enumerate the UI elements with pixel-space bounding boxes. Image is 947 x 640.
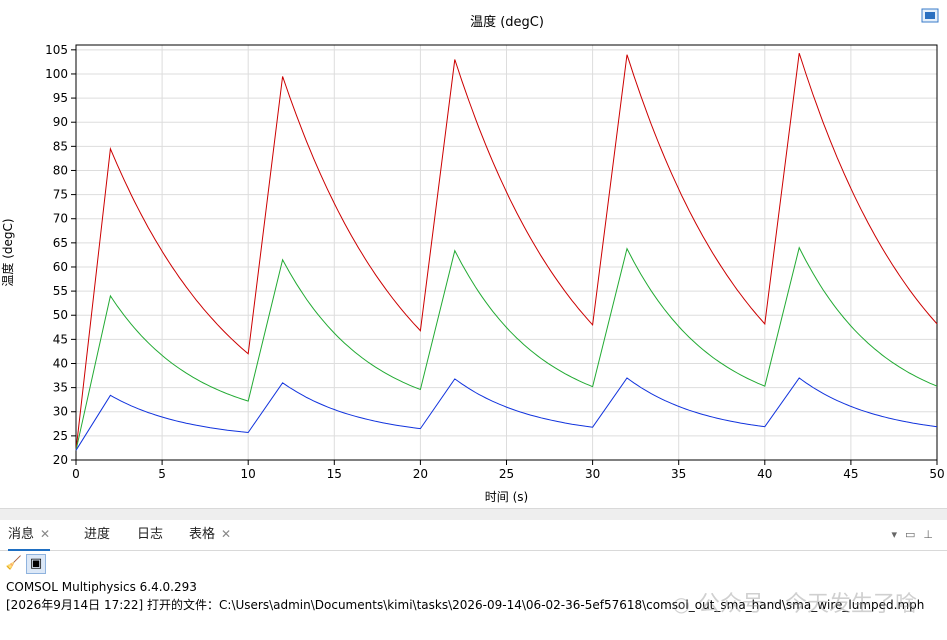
y-tick-label: 30 [53,405,68,419]
x-tick-label: 35 [671,467,686,481]
y-tick-label: 50 [53,308,68,322]
chart-title: 温度 (degC) [470,14,544,30]
x-tick-label: 15 [327,467,342,481]
tab-messages-close-icon[interactable]: ✕ [40,527,50,541]
tab-tables[interactable]: 表格 ✕ [189,520,231,549]
y-tick-label: 105 [45,43,68,57]
x-tick-label: 0 [72,467,80,481]
tab-progress[interactable]: 进度 [84,520,110,549]
clear-broom-icon[interactable]: 🧹 [4,554,24,574]
x-tick-label: 45 [843,467,858,481]
y-axis-label: 温度 (degC) [0,218,15,286]
tab-messages-label: 消息 [8,527,35,542]
export-image-icon-inner [925,12,935,19]
y-tick-label: 25 [53,429,68,443]
y-tick-label: 35 [53,381,68,395]
y-tick-label: 80 [53,163,68,177]
x-tick-label: 50 [929,467,944,481]
watermark: ◎ 公众号 · 今天发生了啥 [673,586,917,618]
tab-messages[interactable]: 消息 ✕ [8,520,51,551]
messages-panel: 消息 ✕ 进度 日志 表格 ✕ ▾▭⊥ 🧹 ▣ COMSOL Multiphysic… [0,520,947,640]
x-axis-label: 时间 (s) [485,490,528,504]
watermark-text: 公众号 · 今天发生了啥 [698,592,917,617]
y-tick-label: 55 [53,284,68,298]
y-tick-label: 95 [53,91,68,105]
y-tick-label: 20 [53,453,68,467]
y-tick-label: 45 [53,332,68,346]
y-tick-label: 70 [53,212,68,226]
panel-window-controls: ▾▭⊥ [891,528,941,541]
tab-tables-label: 表格 [189,527,216,542]
y-tick-label: 90 [53,115,68,129]
log-window-icon[interactable]: ▣ [26,554,46,574]
y-tick-label: 65 [53,236,68,250]
panel-tab-bar: 消息 ✕ 进度 日志 表格 ✕ ▾▭⊥ [0,520,947,551]
y-tick-label: 40 [53,356,68,370]
temperature-chart: 温度 (degC) 0 5 10 15 20 25 30 35 40 45 50 20 25 30 35 40 4… [0,8,945,504]
y-tick-label: 100 [45,67,68,81]
y-tick-label: 60 [53,260,68,274]
pin-icon[interactable]: ⊥ [923,528,941,541]
x-tick-label: 25 [499,467,514,481]
x-tick-label: 5 [158,467,166,481]
tab-tables-close-icon[interactable]: ✕ [221,527,231,541]
x-tick-label: 20 [413,467,428,481]
x-tick-label: 10 [241,467,256,481]
x-tick-label: 40 [757,467,772,481]
plot-window: 温度 (degC) 0 5 10 15 20 25 30 35 40 45 50 20 25 30 35 40 4… [0,0,947,508]
x-tick-label: 30 [585,467,600,481]
tab-log-label: 日志 [137,527,164,542]
chevron-down-icon[interactable]: ▾ [891,528,905,541]
tab-progress-label: 进度 [84,527,111,542]
maximize-icon[interactable]: ▭ [905,528,923,541]
y-tick-label: 75 [53,188,68,202]
chat-bubble-icon: ◎ [672,592,691,616]
y-tick-label: 85 [53,139,68,153]
tab-log[interactable]: 日志 [137,520,163,549]
